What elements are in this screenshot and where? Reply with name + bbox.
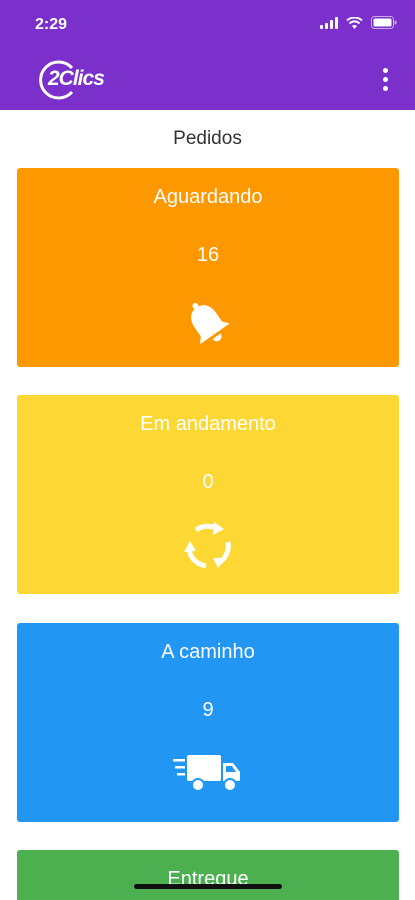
orders-waiting-card[interactable]: Aguardando 16 [17,168,399,367]
card-count: 9 [202,699,214,721]
card-title: Aguardando [153,186,263,208]
delivery-truck-icon [173,755,240,792]
page-title: Pedidos [173,128,242,149]
orders-in-progress-card[interactable]: Em andamento 0 [17,395,399,594]
orders-delivered-card[interactable]: Entregue [17,850,399,900]
home-indicator [134,884,282,889]
card-title: Em andamento [140,413,276,435]
card-count: 16 [196,244,220,266]
orders-on-the-way-card[interactable]: A caminho 9 [17,623,399,822]
bell-icon [191,302,230,345]
app-logo: 2Clics [36,58,106,102]
battery-icon [371,16,397,29]
signal-icon [320,16,338,29]
wifi-icon [346,16,363,29]
status-time: 2:29 [35,16,68,33]
card-count: 0 [202,471,214,493]
card-title: A caminho [161,641,255,663]
status-icons [320,16,397,29]
logo-text: 2Clics [48,67,105,90]
more-vert-icon[interactable] [373,64,397,94]
app-header: 2:29 2Clics [0,0,415,110]
refresh-cycle-icon [184,522,231,569]
